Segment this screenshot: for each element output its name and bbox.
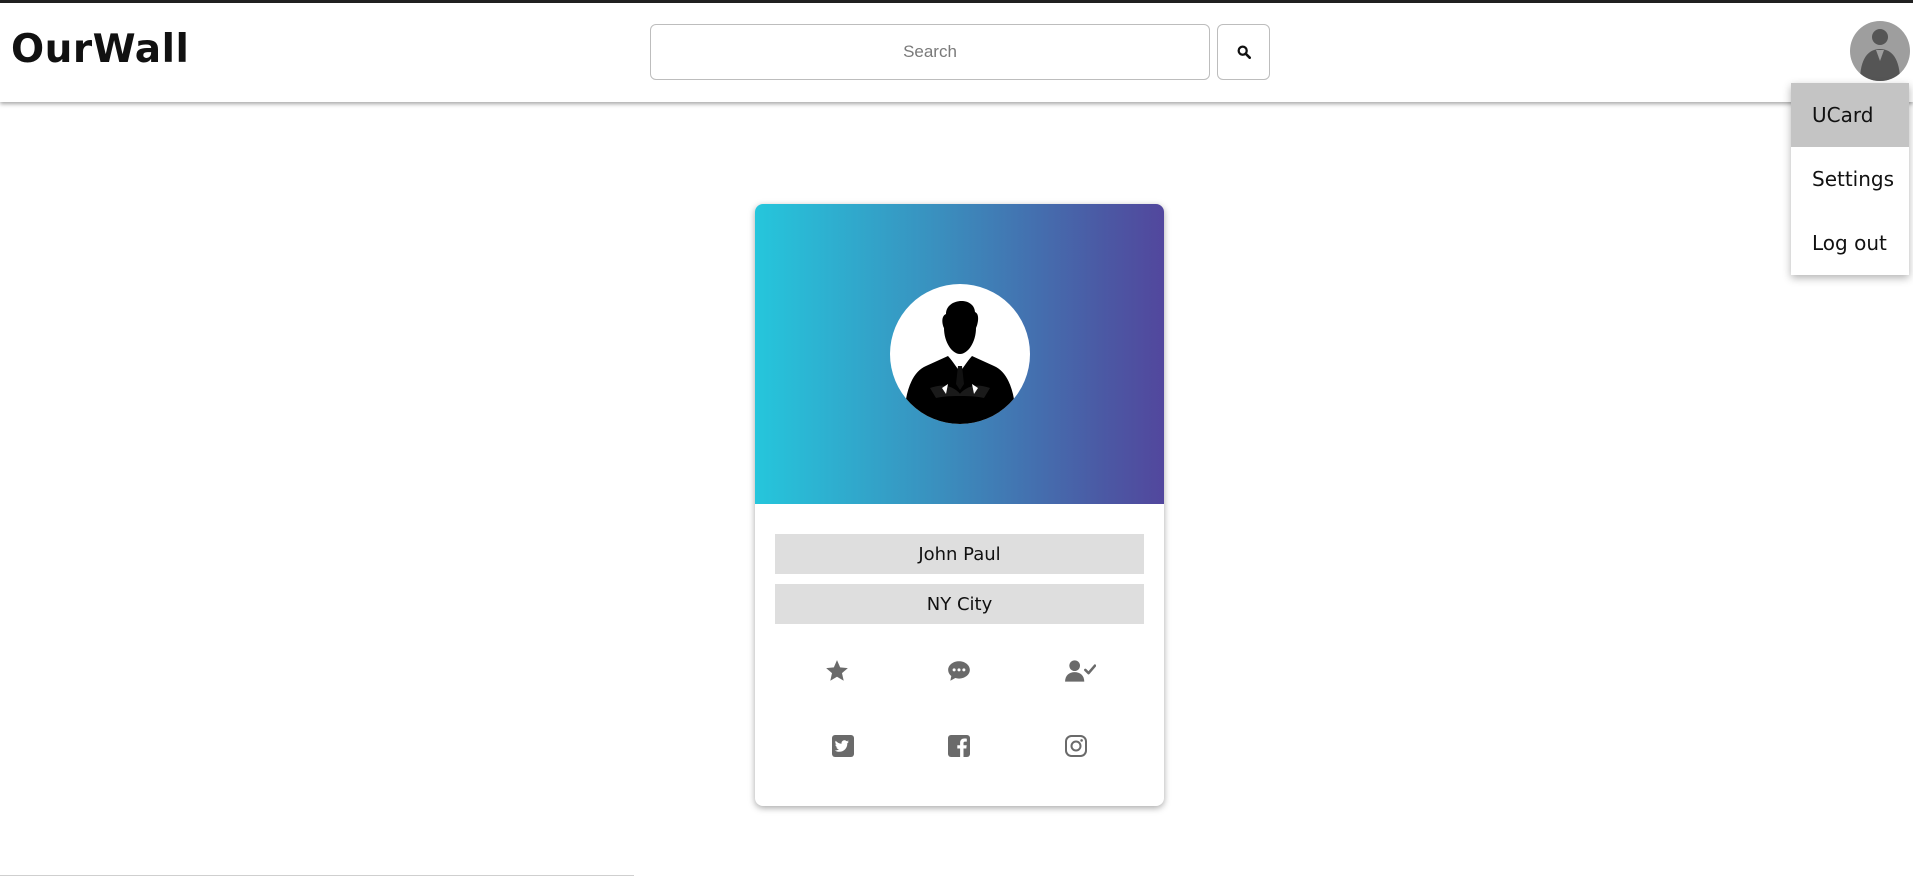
user-avatar-icon [1860, 29, 1900, 81]
user-dropdown-menu: UCard Settings Log out [1791, 83, 1909, 275]
menu-item-label: Settings [1812, 167, 1895, 191]
menu-item-logout[interactable]: Log out [1791, 211, 1909, 275]
follow-button[interactable] [1060, 651, 1100, 691]
facebook-link[interactable] [939, 726, 979, 766]
search-icon [1237, 45, 1251, 59]
user-city: NY City [926, 593, 993, 615]
search-button[interactable] [1217, 24, 1270, 80]
message-button[interactable] [939, 651, 979, 691]
user-name: John Paul [918, 543, 1001, 565]
twitter-link[interactable] [823, 726, 863, 766]
profile-silhouette-icon [904, 300, 1016, 424]
twitter-icon [832, 735, 854, 757]
user-avatar-button[interactable] [1850, 21, 1910, 81]
user-check-icon [1065, 660, 1096, 682]
top-navbar: OurWall [0, 3, 1913, 102]
city-field: NY City [775, 584, 1144, 624]
brand-logo[interactable]: OurWall [11, 27, 189, 72]
favorite-button[interactable] [817, 651, 857, 691]
facebook-icon [948, 735, 970, 757]
chat-icon [948, 661, 970, 681]
instagram-link[interactable] [1056, 726, 1096, 766]
menu-item-ucard[interactable]: UCard [1791, 83, 1909, 147]
divider [0, 875, 634, 876]
name-field: John Paul [775, 534, 1144, 574]
star-icon [826, 660, 848, 681]
menu-item-label: UCard [1812, 103, 1874, 127]
user-card: John Paul NY City [755, 204, 1164, 806]
menu-item-label: Log out [1812, 231, 1887, 255]
menu-item-settings[interactable]: Settings [1791, 147, 1909, 211]
profile-avatar [890, 284, 1030, 424]
instagram-icon [1065, 735, 1087, 757]
search-input[interactable] [650, 24, 1210, 80]
